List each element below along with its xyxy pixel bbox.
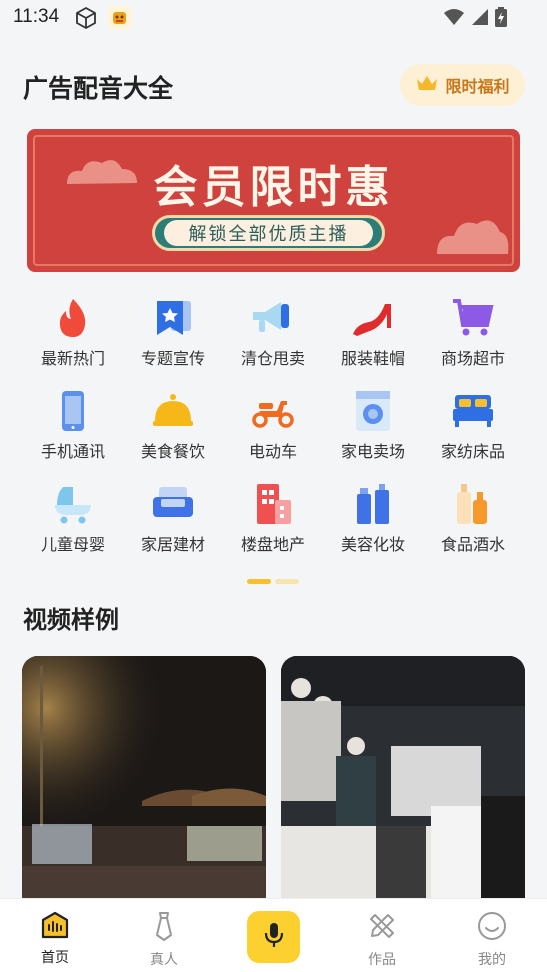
battery-icon — [495, 7, 507, 31]
section-title: 视频样例 — [23, 606, 119, 634]
category-label: 家居建材 — [140, 535, 205, 554]
page-title: 广告配音大全 — [23, 74, 174, 103]
category-label: 家纺床品 — [440, 442, 505, 461]
tie-icon — [150, 911, 178, 945]
cube-icon — [74, 6, 98, 34]
limited-benefit-button[interactable]: 限时福利 — [400, 64, 525, 106]
night-market-thumbnail — [22, 656, 266, 916]
signal-icon — [471, 8, 489, 30]
category-label: 服装鞋帽 — [340, 349, 405, 368]
banner-unlock-pill: 解锁全部优质主播 — [152, 215, 385, 251]
category-label: 电动车 — [248, 442, 297, 461]
page-dot — [275, 579, 299, 584]
pencil-ruler-icon — [367, 911, 397, 945]
smile-face-icon — [477, 911, 507, 945]
building-icon — [251, 482, 295, 526]
nav-home[interactable]: 首页 — [15, 911, 95, 967]
shopping-cart-icon — [451, 296, 495, 340]
megaphone-icon — [251, 296, 295, 340]
wifi-icon — [443, 8, 465, 30]
status-indicators — [443, 7, 507, 31]
nav-label: 首页 — [41, 950, 69, 966]
nav-label: 我的 — [478, 952, 506, 968]
sofa-icon — [151, 482, 195, 526]
category-baby[interactable]: 儿童母婴 — [23, 482, 123, 575]
category-label: 食品酒水 — [440, 535, 505, 554]
category-realestate[interactable]: 楼盘地产 — [223, 482, 323, 575]
bottom-navigation: 首页 真人 作品 我的 — [0, 898, 547, 972]
stroller-icon — [51, 482, 95, 526]
category-label: 儿童母婴 — [40, 535, 105, 554]
category-beauty[interactable]: 美容化妆 — [323, 482, 423, 575]
banner-pill-inner: 解锁全部优质主播 — [164, 220, 373, 246]
food-cloche-icon — [151, 389, 195, 433]
category-grid: 最新热门 专题宣传 清仓甩卖 服装鞋帽 商场超市 手机通讯 美食餐饮 电动车 家… — [23, 296, 523, 575]
category-phone[interactable]: 手机通讯 — [23, 389, 123, 482]
category-label: 商场超市 — [440, 349, 505, 368]
category-label: 最新热门 — [40, 349, 105, 368]
category-label: 手机通讯 — [40, 442, 105, 461]
category-label: 清仓甩卖 — [240, 349, 305, 368]
category-label: 楼盘地产 — [240, 535, 305, 554]
category-home[interactable]: 家居建材 — [123, 482, 223, 575]
banner-subtitle: 解锁全部优质主播 — [188, 224, 349, 245]
status-time: 11:34 — [13, 6, 60, 27]
category-hot[interactable]: 最新热门 — [23, 296, 123, 389]
record-voice-button[interactable] — [247, 911, 300, 963]
membership-banner[interactable]: 会员限时惠 解锁全部优质主播 — [27, 129, 520, 272]
phone-icon — [51, 389, 95, 433]
status-bar: 11:34 — [0, 0, 547, 38]
microphone-icon — [263, 921, 285, 953]
banner-title: 会员限时惠 — [153, 162, 394, 213]
nav-label: 真人 — [150, 952, 178, 968]
scooter-icon — [251, 389, 295, 433]
home-icon — [40, 911, 70, 943]
category-label: 家电卖场 — [340, 442, 405, 461]
app-notification-icon — [108, 6, 131, 29]
nav-label: 作品 — [368, 952, 396, 968]
category-mall[interactable]: 商场超市 — [423, 296, 523, 389]
page-dot-active — [247, 579, 271, 584]
crown-icon — [415, 74, 439, 96]
cosmetics-icon — [351, 482, 395, 526]
category-bedding[interactable]: 家纺床品 — [423, 389, 523, 482]
washing-machine-icon — [351, 389, 395, 433]
video-sample-card[interactable] — [281, 656, 525, 916]
category-ebike[interactable]: 电动车 — [223, 389, 323, 482]
bed-icon — [451, 389, 495, 433]
category-apparel[interactable]: 服装鞋帽 — [323, 296, 423, 389]
page-indicator — [247, 579, 299, 584]
bottles-icon — [451, 482, 495, 526]
video-sample-card[interactable] — [22, 656, 266, 916]
category-food[interactable]: 美食餐饮 — [123, 389, 223, 482]
category-label: 专题宣传 — [140, 349, 205, 368]
nav-works[interactable]: 作品 — [342, 911, 422, 969]
star-bookmark-icon — [151, 296, 195, 340]
category-topic[interactable]: 专题宣传 — [123, 296, 223, 389]
category-label: 美容化妆 — [340, 535, 405, 554]
category-label: 美食餐饮 — [140, 442, 205, 461]
category-clearance[interactable]: 清仓甩卖 — [223, 296, 323, 389]
high-heel-icon — [351, 296, 395, 340]
category-drinks[interactable]: 食品酒水 — [423, 482, 523, 575]
category-appliance[interactable]: 家电卖场 — [323, 389, 423, 482]
clothing-store-thumbnail — [281, 656, 525, 916]
nav-mine[interactable]: 我的 — [452, 911, 532, 969]
flame-icon — [51, 296, 95, 340]
benefit-label: 限时福利 — [445, 77, 510, 96]
nav-person[interactable]: 真人 — [124, 911, 204, 969]
